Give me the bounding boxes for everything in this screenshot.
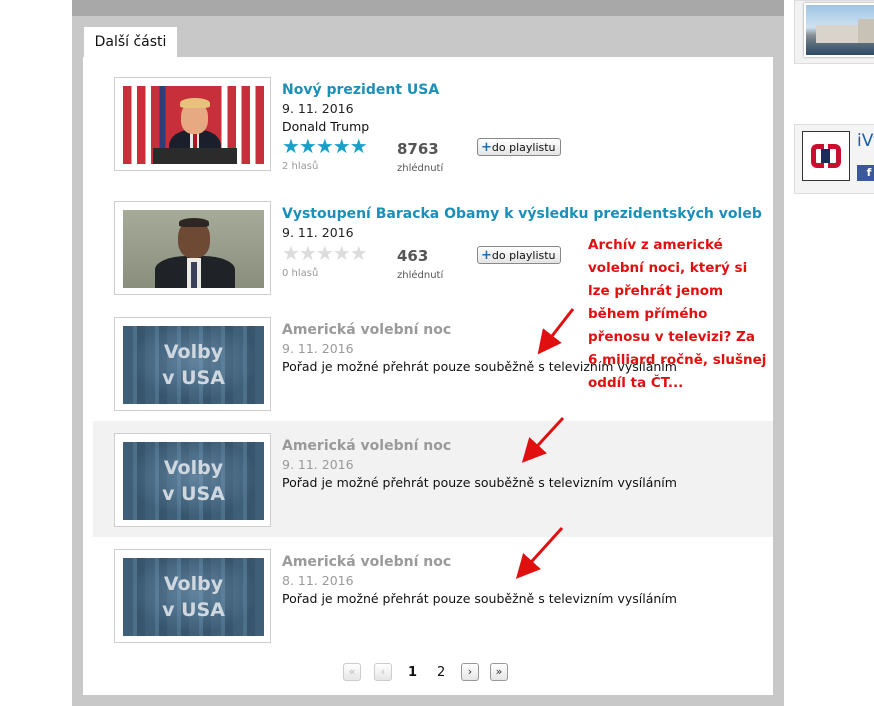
- pagination: « ‹ 1 2 › »: [343, 663, 523, 685]
- next-page-button[interactable]: ›: [461, 663, 479, 681]
- arrow-icon: [515, 526, 564, 579]
- last-page-button[interactable]: »: [490, 663, 508, 681]
- first-page-button[interactable]: «: [343, 663, 361, 681]
- arrow-icon: [521, 416, 565, 463]
- page-1[interactable]: 1: [408, 665, 417, 680]
- arrow-icon: [537, 308, 575, 355]
- prev-page-button[interactable]: ‹: [374, 663, 392, 681]
- page-2[interactable]: 2: [437, 665, 445, 680]
- annotation-arrows: [515, 308, 575, 579]
